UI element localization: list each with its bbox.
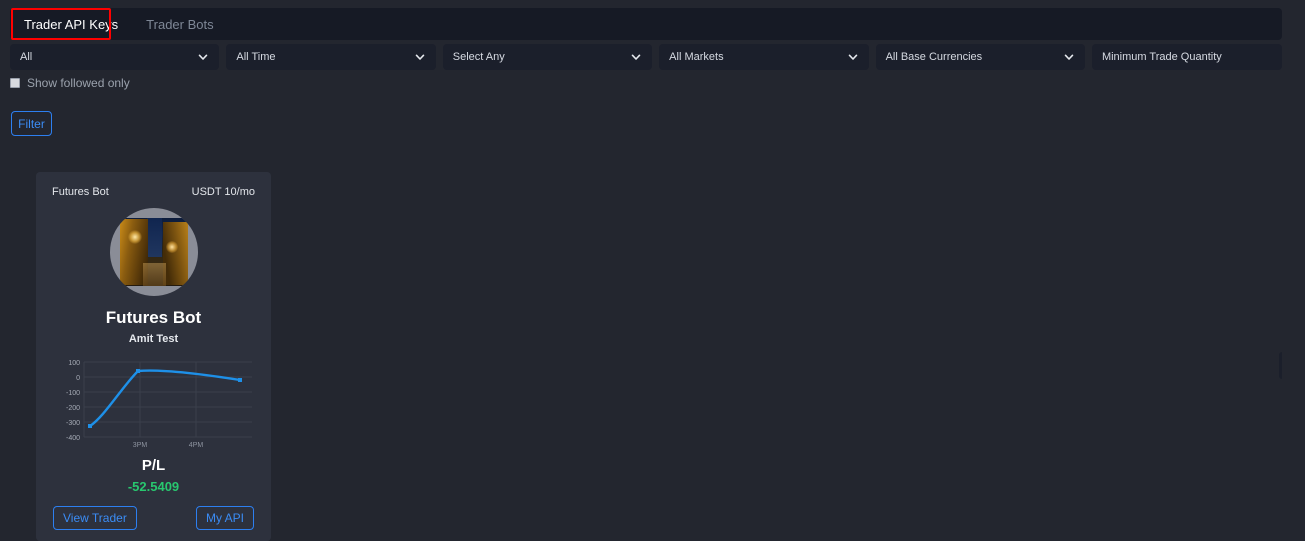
pl-value: -52.5409	[127, 479, 180, 494]
chevron-down-icon	[197, 51, 209, 63]
show-followed-only-label: Show followed only	[27, 76, 130, 90]
view-trader-button[interactable]: View Trader	[53, 506, 137, 530]
minimum-trade-quantity-input[interactable]: Minimum Trade Quantity	[1091, 44, 1283, 70]
bot-card-kind: Futures Bot	[52, 186, 109, 198]
svg-text:100: 100	[68, 360, 80, 367]
bot-owner: Amit Test	[128, 333, 179, 345]
my-api-button[interactable]: My API	[195, 506, 254, 530]
time-select[interactable]: All Time	[226, 44, 436, 70]
svg-text:-400: -400	[66, 435, 80, 442]
minimum-trade-quantity-placeholder: Minimum Trade Quantity	[1101, 51, 1222, 63]
bot-card-price: USDT 10/mo	[191, 186, 255, 198]
tab-trader-bots-label: Trader Bots	[146, 16, 214, 32]
tab-trader-api-keys[interactable]: Trader API Keys	[10, 8, 132, 40]
pl-chart-svg: 100 0 -100 -200 -300 -400 3PM 4PM	[66, 360, 252, 449]
show-followed-only-checkbox[interactable]	[10, 78, 20, 88]
bot-card[interactable]: Futures Bot USDT 10/mo Futures Bot Amit …	[36, 172, 271, 541]
base-currency-select-value: All Base Currencies	[885, 51, 983, 63]
base-currency-select[interactable]: All Base Currencies	[875, 44, 1085, 70]
avatar	[109, 208, 198, 296]
svg-text:3PM: 3PM	[133, 442, 148, 449]
tab-trader-api-keys-label: Trader API Keys	[24, 16, 119, 32]
type-select[interactable]: All	[10, 44, 220, 70]
markets-select[interactable]: All Markets	[659, 44, 869, 70]
svg-text:-100: -100	[66, 390, 80, 397]
show-followed-only-row[interactable]: Show followed only	[10, 76, 130, 90]
svg-text:0: 0	[76, 375, 80, 382]
filter-button[interactable]: Filter	[11, 111, 52, 136]
bot-card-actions: View Trader My API	[52, 506, 255, 530]
pl-chart: 100 0 -100 -200 -300 -400 3PM 4PM	[52, 357, 255, 449]
time-select-value: All Time	[236, 51, 276, 63]
filter-button-label: Filter	[18, 116, 45, 131]
tab-trader-bots[interactable]: Trader Bots	[132, 8, 227, 40]
svg-text:-200: -200	[66, 405, 80, 412]
bot-name: Futures Bot	[105, 308, 202, 327]
street-photo-avatar	[119, 218, 188, 286]
bot-card-header: Futures Bot USDT 10/mo	[52, 186, 255, 198]
chevron-down-icon	[1063, 51, 1075, 63]
tab-bar: Trader API Keys Trader Bots	[10, 8, 1282, 40]
chevron-down-icon	[630, 51, 642, 63]
filter-row: All All Time Select Any All Markets All …	[10, 44, 1283, 70]
markets-select-value: All Markets	[669, 51, 724, 63]
any-select[interactable]: Select Any	[442, 44, 653, 70]
view-trader-button-label: View Trader	[63, 511, 127, 525]
any-select-value: Select Any	[452, 51, 505, 63]
type-select-value: All	[20, 51, 33, 63]
chevron-down-icon	[414, 51, 426, 63]
left-edge-rail	[0, 0, 10, 541]
my-api-button-label: My API	[205, 511, 244, 525]
chevron-down-icon	[847, 51, 859, 63]
svg-text:4PM: 4PM	[189, 442, 204, 449]
right-scroll-gutter	[1282, 0, 1305, 541]
pl-label: P/L	[141, 457, 166, 474]
svg-text:-300: -300	[66, 420, 80, 427]
